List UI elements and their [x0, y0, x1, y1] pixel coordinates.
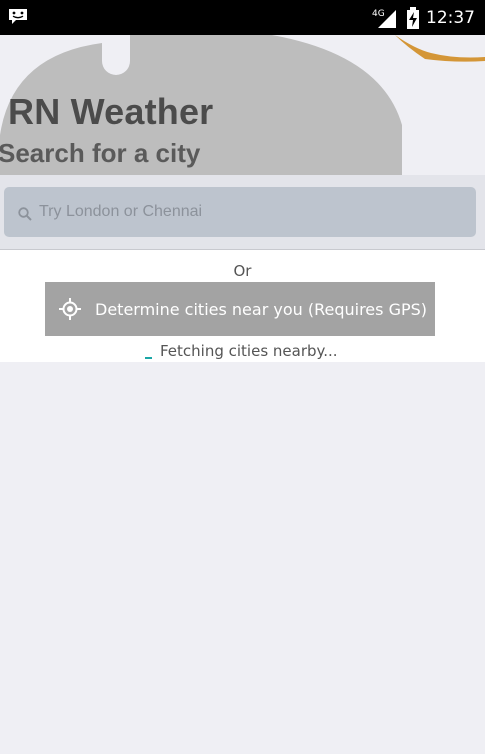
fetching-status-text: Fetching cities nearby... [160, 342, 338, 360]
battery-charging-icon [407, 7, 419, 29]
search-bar-container [0, 175, 485, 250]
or-divider-label: Or [233, 262, 252, 280]
loading-spinner [145, 357, 152, 359]
status-bar: 4G 12:37 [0, 0, 485, 35]
location-panel: Or Determine cities near you (Requires G… [0, 250, 485, 362]
network-type-label: 4G [372, 9, 385, 19]
sun-illustration [395, 35, 485, 62]
determine-nearby-cities-button[interactable]: Determine cities near you (Requires GPS) [45, 282, 435, 336]
search-heading: Search for a city [0, 138, 201, 168]
determine-nearby-cities-label: Determine cities near you (Requires GPS) [95, 299, 428, 319]
app-title: RN Weather [8, 91, 214, 132]
gps-locate-icon [59, 298, 81, 320]
results-area [0, 362, 485, 754]
search-box[interactable] [4, 187, 476, 237]
signal-icon: 4G [372, 9, 396, 28]
search-icon [18, 207, 32, 221]
search-input[interactable] [39, 203, 459, 221]
chat-notification-icon [9, 9, 27, 24]
clock: 12:37 [426, 8, 475, 28]
